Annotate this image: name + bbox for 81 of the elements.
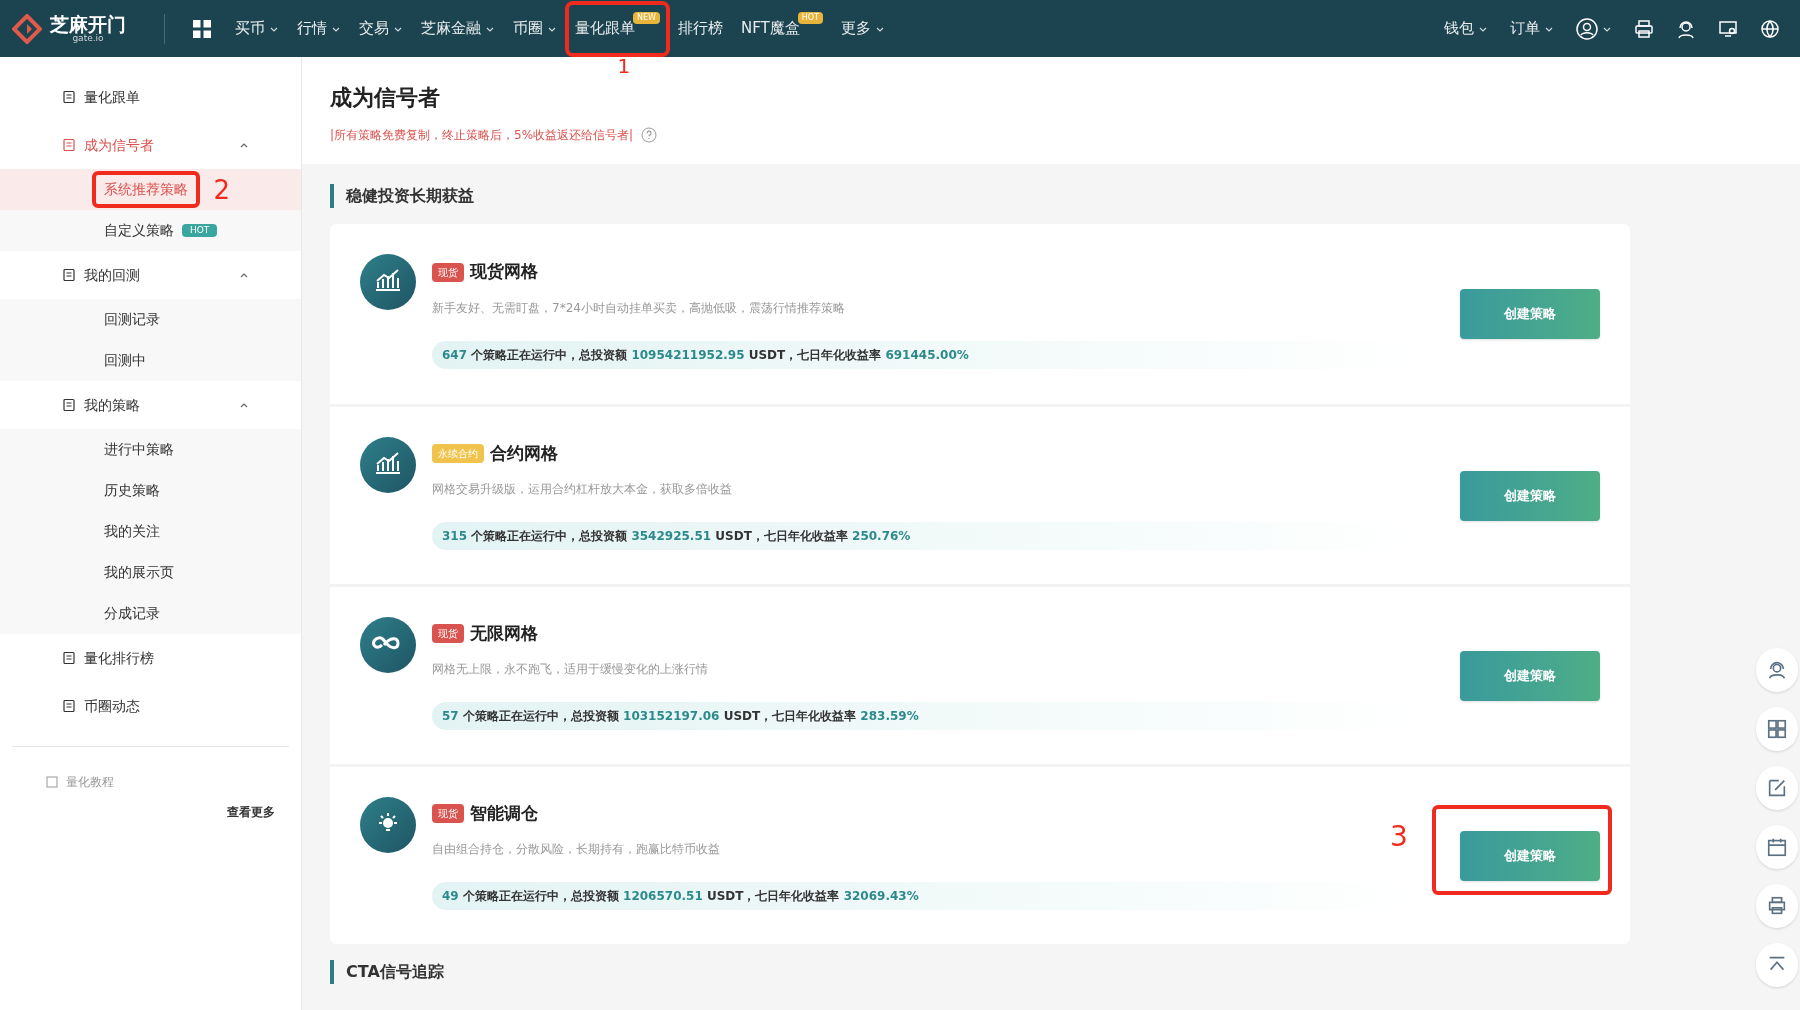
strategy-tag: 现货	[432, 624, 464, 643]
sidebar-subitem[interactable]: 系统推荐策略 2	[0, 169, 301, 210]
grid-icon	[1766, 718, 1788, 740]
nav-menu-item[interactable]: 更多	[840, 11, 885, 46]
apps-grid-icon[interactable]	[193, 19, 211, 38]
strategy-description: 新手友好、无需盯盘，7*24小时自动挂单买卖，高抛低吸，震荡行情推荐策略	[432, 299, 846, 317]
strategy-icon	[360, 254, 416, 310]
page-title: 成为信号者	[330, 84, 441, 112]
menu-item-icon	[62, 651, 76, 665]
view-more-link[interactable]: 查看更多	[227, 803, 275, 821]
sidebar-item[interactable]: 量化跟单	[0, 73, 301, 121]
logo-icon	[12, 13, 42, 44]
strategy-name: 现货网格	[470, 260, 538, 284]
strategy-name: 合约网格	[490, 441, 558, 465]
strategy-icon	[360, 437, 416, 493]
sidebar-item[interactable]: 我的策略	[0, 381, 301, 429]
float-tool-button[interactable]	[1756, 648, 1798, 692]
nav-menu-item[interactable]: 订单	[1510, 11, 1554, 46]
nav-menu-item[interactable]: 交易	[359, 11, 403, 46]
strategy-name: 智能调仓	[470, 801, 538, 825]
nav-menu-item[interactable]: 芝麻金融	[421, 11, 495, 46]
sidebar-subitem[interactable]: 历史策略	[0, 470, 301, 511]
sidebar-item[interactable]: 量化排行榜	[0, 634, 301, 682]
nav-menu-item[interactable]: 钱包	[1444, 11, 1488, 46]
sidebar-item[interactable]: 币圈动态	[0, 682, 301, 730]
strategy-description: 网格无上限，永不跑飞，适用于缓慢变化的上涨行情	[432, 661, 709, 679]
strategy-description: 网格交易升级版，运用合约杠杆放大本金，获取多倍收益	[432, 481, 733, 499]
notice-text: |所有策略免费复制，终止策略后，5%收益返还给信号者|	[330, 127, 634, 144]
printer-icon	[1766, 895, 1788, 917]
menu-item-icon	[62, 398, 76, 412]
float-tool-button[interactable]	[1756, 884, 1798, 928]
globe-icon[interactable]	[1760, 18, 1780, 39]
book-icon	[46, 776, 58, 788]
menu-item-icon	[62, 138, 76, 152]
edit-icon	[1766, 777, 1788, 799]
hot-badge: HOT	[182, 223, 218, 238]
logo-domain: gate.io	[72, 33, 104, 43]
headset-icon[interactable]	[1676, 18, 1696, 39]
sidebar-subitem[interactable]: 进行中策略	[0, 429, 301, 470]
step-number: 3	[1390, 822, 1408, 851]
section-title: 稳健投资长期获益	[330, 184, 1772, 208]
support-icon	[1766, 659, 1788, 681]
strategy-tag: 现货	[432, 804, 464, 823]
sidebar-subitem[interactable]: 回测中	[0, 340, 301, 381]
float-tool-button[interactable]	[1756, 766, 1798, 810]
menu-item-icon	[62, 268, 76, 282]
sidebar-item[interactable]: 我的回测	[0, 251, 301, 299]
sidebar-subitem[interactable]: 我的展示页	[0, 552, 301, 593]
sidebar-item[interactable]: 成为信号者	[0, 121, 301, 169]
nav-menu-item[interactable]: 币圈	[513, 11, 557, 46]
strategy-description: 自由组合持仓，分散风险，长期持有，跑赢比特币收益	[432, 841, 721, 859]
strategy-icon	[360, 617, 416, 673]
nav-menu-item[interactable]: 量化跟单 NEW	[575, 11, 660, 46]
calendar-icon	[1766, 836, 1788, 858]
account-menu-button[interactable]	[1576, 17, 1612, 40]
user-icon	[1576, 17, 1598, 40]
nav-badge: HOT	[797, 11, 823, 24]
sidebar-subitem[interactable]: 回测记录	[0, 299, 301, 340]
menu-item-icon	[62, 699, 76, 713]
logo-text: 芝麻开门	[50, 14, 126, 34]
float-tool-button[interactable]	[1756, 943, 1798, 987]
nav-menu-item[interactable]: 买币	[235, 11, 279, 46]
monitor-settings-icon[interactable]	[1718, 18, 1738, 39]
sidebar-subitem[interactable]: 自定义策略 HOT	[0, 210, 301, 251]
sidebar-subitem[interactable]: 分成记录	[0, 593, 301, 634]
nav-menu-item[interactable]: 行情	[297, 11, 341, 46]
menu-item-icon	[62, 90, 76, 104]
tutorial-label: 量化教程	[66, 774, 114, 791]
strategy-tag: 现货	[432, 262, 464, 282]
nav-menu-item[interactable]: 排行榜	[677, 11, 723, 46]
strategy-icon	[360, 797, 416, 853]
sidebar-subitem[interactable]: 我的关注	[0, 511, 301, 552]
nav-menu-item[interactable]: NFT魔盒 HOT	[740, 11, 823, 46]
step-number: 1	[617, 55, 631, 76]
nav-badge: NEW	[633, 11, 660, 24]
strategy-tag: 永续合约	[432, 444, 484, 463]
float-tool-button[interactable]	[1756, 707, 1798, 751]
printer-icon[interactable]	[1634, 18, 1654, 39]
strategy-name: 无限网格	[470, 621, 538, 645]
step-number: 2	[213, 177, 230, 203]
float-tool-button[interactable]	[1756, 825, 1798, 869]
